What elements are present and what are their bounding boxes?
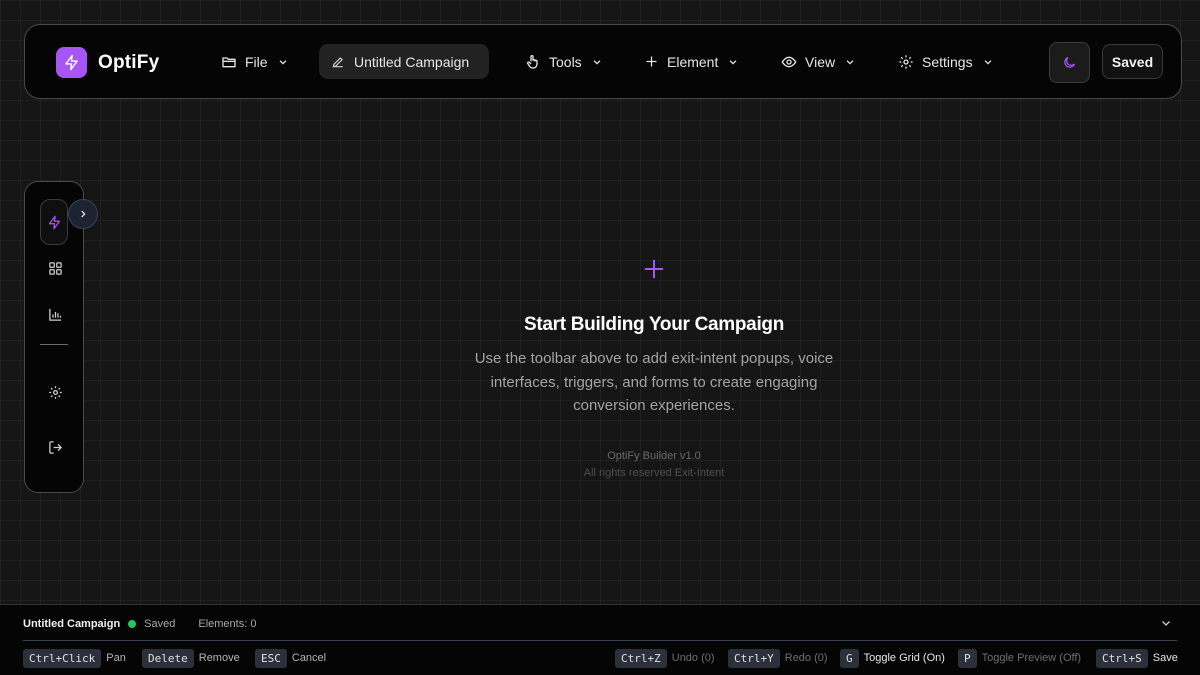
shortcut-key: Ctrl+S	[1096, 648, 1148, 668]
shortcut-key: Ctrl+Z	[615, 648, 667, 668]
file-menu-label: File	[245, 53, 268, 70]
pointer-hand-icon	[526, 54, 538, 69]
elements-count: Elements: 0	[198, 618, 257, 630]
shortcut-redo[interactable]: Ctrl+Y Redo (0)	[728, 648, 828, 668]
shortcut-label: Cancel	[291, 652, 327, 664]
view-menu-label: View	[805, 53, 836, 70]
settings-menu[interactable]: Settings	[898, 44, 993, 79]
status-divider	[23, 640, 1177, 641]
folder-icon	[222, 56, 236, 67]
shortcut-save[interactable]: Ctrl+S Save	[1096, 648, 1178, 668]
pencil-icon	[332, 56, 343, 67]
sidebar-item-settings[interactable]	[41, 378, 69, 406]
sidebar-expand-button[interactable]	[68, 199, 98, 229]
shortcut-label: Redo (0)	[784, 652, 828, 664]
empty-state: Start Building Your Campaign Use the too…	[400, 258, 908, 479]
rights-notice: All rights reserved Exit-Intent	[583, 466, 725, 479]
settings-menu-label: Settings	[922, 53, 973, 70]
gear-icon	[899, 54, 913, 69]
chevron-down-icon	[846, 59, 854, 65]
shortcut-key: G	[840, 648, 859, 668]
eye-icon	[781, 56, 797, 67]
status-campaign-name: Untitled Campaign	[23, 618, 121, 630]
bottom-status-bar: Untitled Campaign Saved Elements: 0 Ctrl…	[0, 604, 1200, 675]
theme-toggle-button[interactable]	[1049, 42, 1090, 83]
chevron-down-icon	[984, 59, 991, 65]
chevron-down-icon	[279, 59, 286, 65]
view-menu[interactable]: View	[781, 44, 855, 79]
sidebar-item-lightning[interactable]	[40, 199, 68, 245]
shortcut-key: P	[958, 648, 977, 668]
chevron-down-icon	[593, 59, 601, 65]
shortcut-key: Ctrl+Click	[23, 648, 102, 668]
shortcut-key: Ctrl+Y	[728, 648, 780, 668]
file-menu[interactable]: File	[221, 44, 288, 79]
shortcut-label: Remove	[198, 652, 240, 664]
shortcut-undo[interactable]: Ctrl+Z Undo (0)	[615, 648, 715, 668]
sidebar-divider	[40, 344, 68, 345]
shortcut-label: Pan	[106, 652, 126, 664]
shortcut-remove: Delete Remove	[142, 648, 240, 668]
empty-state-title: Start Building Your Campaign	[523, 314, 785, 335]
status-row: Untitled Campaign Saved Elements: 0	[23, 615, 256, 633]
brand-name: OptiFy	[98, 51, 160, 73]
save-status-button[interactable]: Saved	[1102, 44, 1163, 79]
plus-icon[interactable]	[643, 258, 665, 280]
element-menu-label: Element	[667, 53, 719, 70]
shortcut-toggle-preview[interactable]: P Toggle Preview (Off)	[958, 648, 1081, 668]
tools-menu[interactable]: Tools	[525, 44, 602, 79]
tools-menu-label: Tools	[549, 53, 582, 70]
shortcut-key: ESC	[255, 648, 287, 668]
bar-chart-icon	[48, 308, 61, 321]
element-menu[interactable]: Element	[644, 44, 738, 79]
logout-icon	[48, 440, 62, 454]
chevron-right-icon	[81, 210, 86, 218]
shortcut-label: Toggle Grid (On)	[863, 652, 945, 664]
sidebar-item-analytics[interactable]	[41, 300, 69, 328]
status-saved-label: Saved	[144, 618, 176, 630]
gear-icon	[48, 385, 62, 399]
left-sidebar	[24, 181, 84, 493]
top-toolbar: OptiFy File Untitled Campaign Tools Elem…	[24, 24, 1182, 99]
saved-status-dot	[128, 620, 137, 628]
shortcut-key: Delete	[142, 648, 194, 668]
campaign-name-label: Untitled Campaign	[354, 53, 470, 70]
chevron-down-icon[interactable]	[1160, 617, 1172, 629]
shortcut-label: Toggle Preview (Off)	[981, 652, 1082, 664]
brand[interactable]: OptiFy	[56, 47, 159, 78]
shortcut-toggle-grid[interactable]: G Toggle Grid (On)	[840, 648, 945, 668]
moon-icon	[1064, 56, 1076, 68]
sidebar-item-layout[interactable]	[41, 254, 69, 282]
chevron-down-icon	[730, 59, 737, 65]
plus-icon	[646, 56, 657, 67]
builder-version: OptiFy Builder v1.0	[607, 449, 701, 462]
shortcut-label: Save	[1152, 652, 1178, 664]
shortcut-cancel: ESC Cancel	[255, 648, 326, 668]
lightning-logo-icon	[56, 47, 87, 78]
shortcut-label: Undo (0)	[671, 652, 715, 664]
lightning-icon	[48, 215, 60, 229]
grid-icon	[48, 261, 62, 275]
campaign-name-field[interactable]: Untitled Campaign	[319, 44, 489, 79]
shortcut-pan: Ctrl+Click Pan	[23, 648, 126, 668]
sidebar-item-logout[interactable]	[41, 433, 69, 461]
empty-state-description: Use the toolbar above to add exit-intent…	[474, 350, 834, 414]
